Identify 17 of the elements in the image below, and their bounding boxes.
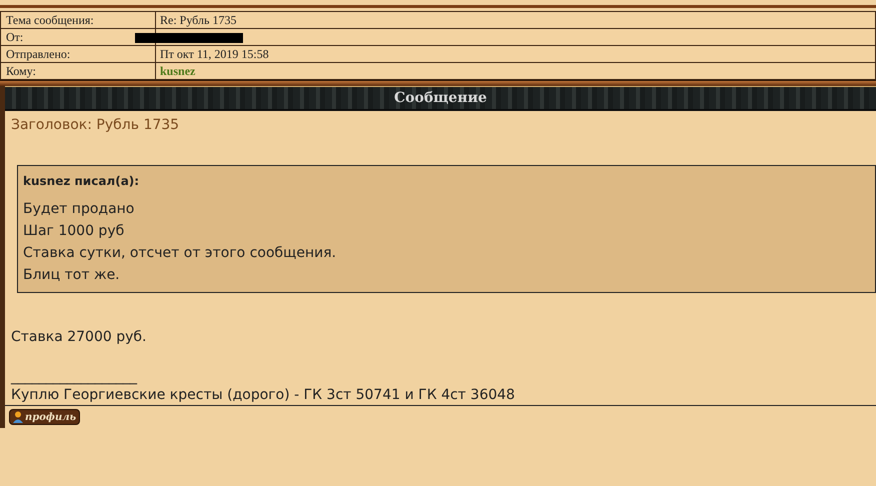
signature-text: Куплю Георгиевские кресты (дорого) - ГК 3ст 50741 и ГК 4ст 36048 (11, 386, 516, 405)
quote-line: Шаг 1000 руб (23, 222, 126, 241)
field-value: Re: Рубль 1735 (156, 12, 876, 28)
quote-author: kusnez писал(а): (23, 174, 140, 188)
user-icon (13, 411, 23, 423)
profile-button[interactable]: профиль (9, 409, 80, 425)
quote-line: Будет продано (23, 200, 136, 219)
field-label: Тема сообщения: (0, 12, 156, 28)
field-label: Отправлено: (0, 46, 156, 62)
field-value: Пт окт 11, 2019 15:58 (156, 46, 876, 62)
quote-line: Ставка сутки, отсчет от этого сообщения. (23, 244, 338, 263)
post-text: Ставка 27000 руб. (11, 329, 148, 345)
quote-line: Блиц тот же. (23, 266, 121, 285)
username-link[interactable]: kusnez (160, 64, 196, 78)
post-subject: Заголовок: Рубль 1735 (11, 117, 180, 133)
section-header: Сообщение (5, 86, 876, 111)
signature-separator: __________________ (11, 369, 138, 385)
